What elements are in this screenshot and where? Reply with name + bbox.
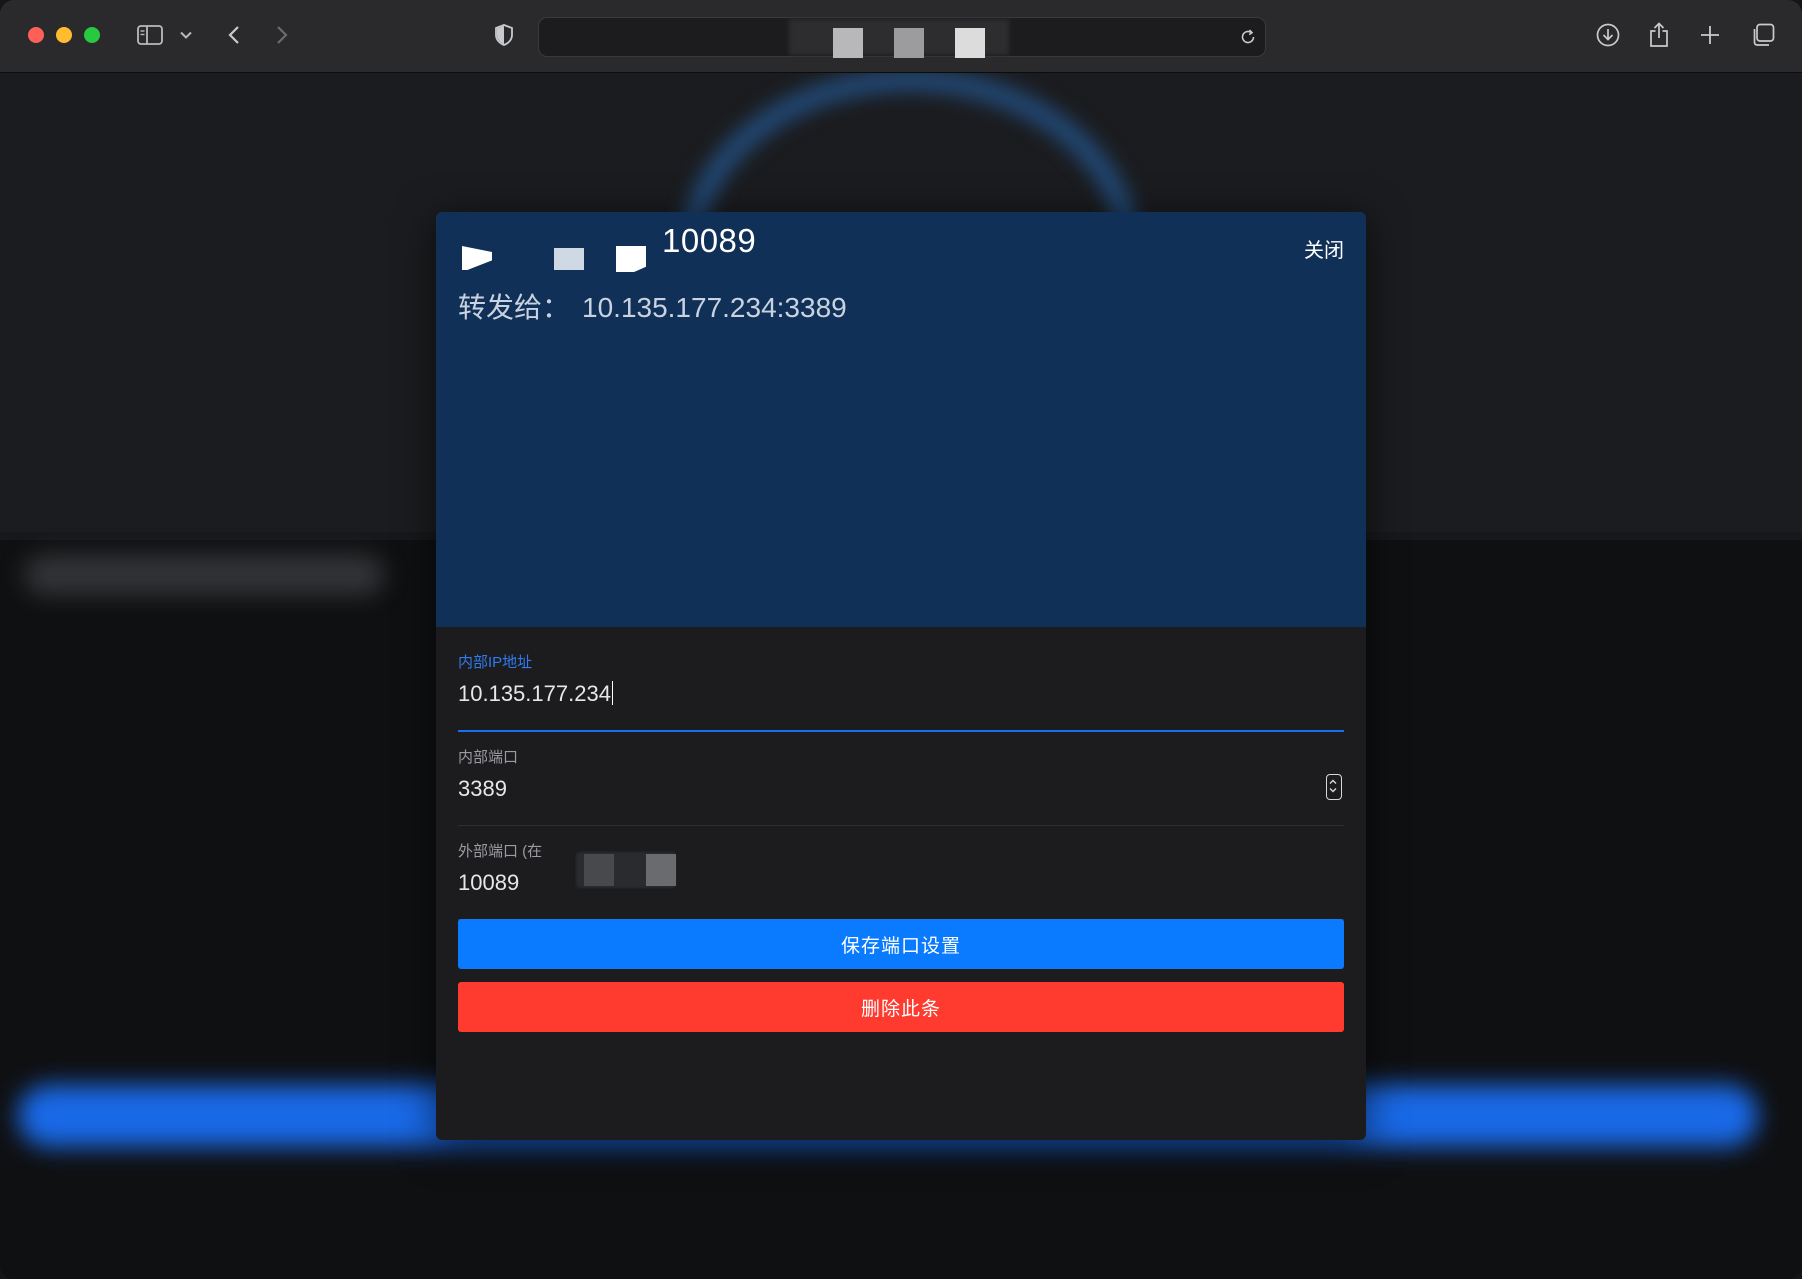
background-blurred-text xyxy=(24,555,384,595)
internal-ip-field: 内部IP地址 10.135.177.234 xyxy=(458,637,1344,732)
field-label: 外部端口 (在 xyxy=(458,840,542,861)
modal-title-port: 10089 xyxy=(662,222,757,259)
internal-ip-value: 10.135.177.234 xyxy=(458,681,611,706)
forward-label: 转发给： xyxy=(458,292,571,323)
internal-ip-input[interactable]: 10.135.177.234 xyxy=(458,681,1258,707)
number-stepper-icon[interactable] xyxy=(1326,774,1342,800)
minimize-window-button[interactable] xyxy=(56,27,72,43)
zoom-window-button[interactable] xyxy=(84,27,100,43)
title-redaction xyxy=(554,248,584,270)
field-label: 内部IP地址 xyxy=(458,654,533,671)
tab-overview-icon[interactable] xyxy=(1750,20,1776,50)
address-redaction-block xyxy=(833,28,863,58)
close-button[interactable]: 关闭 xyxy=(1304,234,1344,263)
sidebar-icon[interactable] xyxy=(135,20,165,50)
download-icon[interactable] xyxy=(1595,20,1621,50)
port-settings-form: 内部IP地址 10.135.177.234 内部端口 3389 外部端口 (在 … xyxy=(458,637,1344,920)
text-caret xyxy=(611,681,613,705)
close-window-button[interactable] xyxy=(28,27,44,43)
browser-window: 10089 关闭 转发给： 10.135.177.234:3389 内部IP地址 … xyxy=(0,0,1802,1279)
save-port-settings-button[interactable]: 保存端口设置 xyxy=(458,919,1344,969)
chevron-down-icon[interactable] xyxy=(178,20,194,50)
external-port-field: 外部端口 (在 10089 xyxy=(458,826,1344,920)
modal-header: 10089 关闭 转发给： 10.135.177.234:3389 xyxy=(436,212,1366,627)
plus-icon[interactable] xyxy=(1699,20,1721,50)
title-redaction xyxy=(462,246,492,270)
title-redaction xyxy=(616,246,646,272)
back-arrow-icon[interactable] xyxy=(224,20,244,50)
address-redaction-block xyxy=(955,28,985,58)
internal-port-field: 内部端口 3389 xyxy=(458,732,1344,826)
address-bar[interactable] xyxy=(538,17,1266,58)
delete-entry-button[interactable]: 删除此条 xyxy=(458,982,1344,1032)
privacy-shield-icon[interactable] xyxy=(492,20,516,50)
forward-target: 10.135.177.234:3389 xyxy=(582,292,847,323)
forward-arrow-icon[interactable] xyxy=(272,20,292,50)
share-icon[interactable] xyxy=(1648,20,1670,50)
external-port-input[interactable]: 10089 xyxy=(458,870,1258,896)
field-label: 内部端口 xyxy=(458,749,519,766)
reload-icon[interactable] xyxy=(1239,22,1257,52)
external-port-label: 外部端口 (在 xyxy=(458,843,543,860)
browser-toolbar xyxy=(0,0,1802,73)
port-forward-modal: 10089 关闭 转发给： 10.135.177.234:3389 内部IP地址 … xyxy=(436,212,1366,1140)
forward-target-line: 转发给： 10.135.177.234:3389 xyxy=(458,286,847,326)
internal-port-input[interactable]: 3389 xyxy=(458,776,1258,802)
address-redaction-block xyxy=(894,28,924,58)
